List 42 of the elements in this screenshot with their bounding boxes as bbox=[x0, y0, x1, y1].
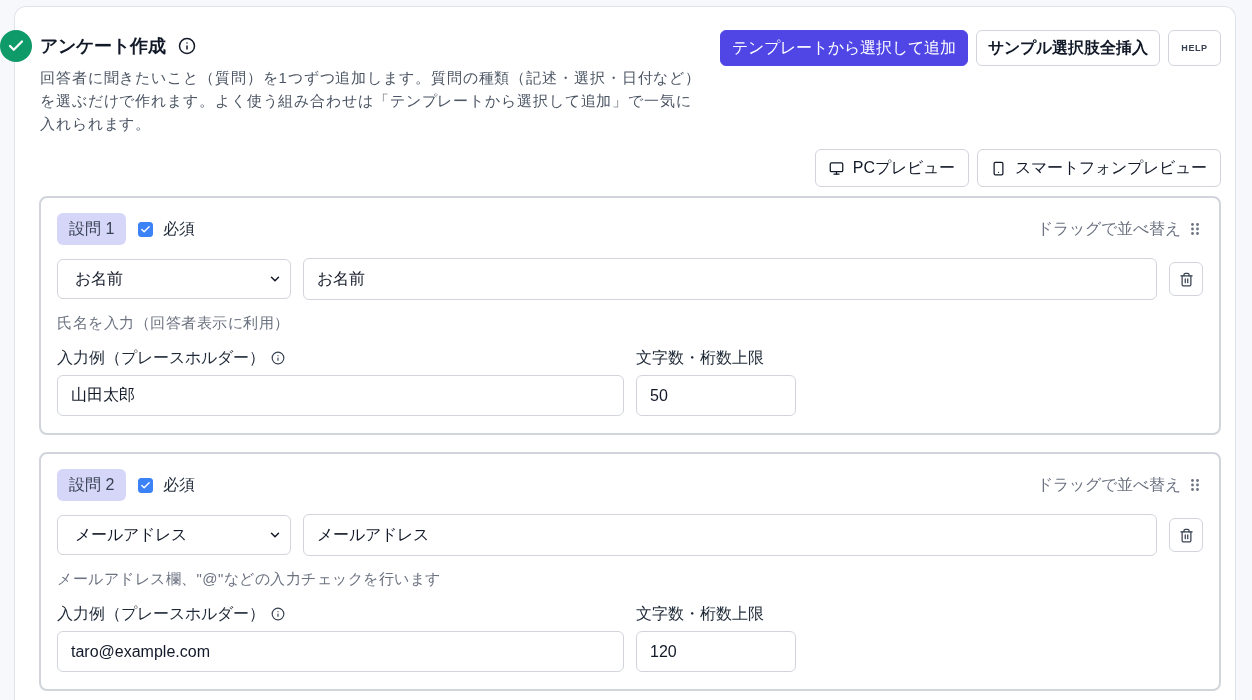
smartphone-icon bbox=[991, 160, 1006, 176]
question-type-select[interactable]: お名前 bbox=[57, 259, 291, 299]
info-icon[interactable] bbox=[178, 37, 196, 55]
info-icon[interactable] bbox=[271, 607, 285, 621]
field-label: 文字数・桁数上限 bbox=[636, 603, 764, 624]
template-add-button[interactable]: テンプレートから選択して追加 bbox=[720, 30, 968, 66]
help-button[interactable]: HELP bbox=[1168, 30, 1221, 66]
required-label: 必須 bbox=[163, 218, 196, 239]
delete-button[interactable] bbox=[1169, 518, 1203, 552]
limit-field[interactable]: 120 bbox=[636, 631, 796, 672]
trash-icon bbox=[1178, 527, 1194, 543]
example-text-field[interactable]: 山田太郎 bbox=[57, 375, 624, 416]
question-text-field[interactable]: メールアドレス bbox=[303, 514, 1157, 556]
question-number-tag: 設問 1 bbox=[57, 213, 127, 245]
drag-hint: ドラッグで並べ替え bbox=[1037, 218, 1181, 239]
phone-preview-button[interactable]: スマートフォンプレビュー bbox=[977, 149, 1221, 187]
check-icon bbox=[140, 223, 152, 235]
drag-handle-icon[interactable] bbox=[1191, 223, 1199, 235]
field-label: 文字数・桁数上限 bbox=[636, 347, 764, 368]
field-label: 入力例（プレースホルダー） bbox=[57, 347, 265, 368]
trash-icon bbox=[1178, 271, 1194, 287]
info-icon[interactable] bbox=[271, 351, 285, 365]
monitor-icon bbox=[828, 160, 844, 176]
field-label: 入力例（プレースホルダー） bbox=[57, 603, 265, 624]
drag-hint: ドラッグで並べ替え bbox=[1037, 474, 1181, 495]
limit-field[interactable]: 50 bbox=[636, 375, 796, 416]
question-type-select[interactable]: メールアドレス bbox=[57, 515, 291, 555]
required-label: 必須 bbox=[163, 474, 196, 495]
required-checkbox[interactable] bbox=[138, 221, 154, 237]
required-checkbox[interactable] bbox=[138, 477, 154, 493]
example-text-field[interactable]: taro@example.com bbox=[57, 631, 624, 672]
question-help-text: メールアドレス欄、"@"などの入力チェックを行います bbox=[57, 569, 442, 589]
question-text-field[interactable]: お名前 bbox=[303, 258, 1157, 300]
panel-description: 回答者に聞きたいこと（質問）を1つずつ追加します。質問の種類（記述・選択・日付など）を選ぶだけで作れます。よく使う組み合わせは「テンプレートから選択して追加」で一気に入れられます。 bbox=[40, 68, 703, 134]
check-icon bbox=[140, 479, 152, 491]
insert-samples-button[interactable]: サンプル選択肢全挿入 bbox=[976, 30, 1160, 66]
pc-preview-button[interactable]: PCプレビュー bbox=[814, 149, 969, 187]
panel-title: アンケート作成 bbox=[40, 35, 166, 58]
drag-handle-icon[interactable] bbox=[1191, 479, 1199, 491]
question-help-text: 氏名を入力（回答者表示に利用） bbox=[57, 313, 291, 333]
question-number-tag: 設問 2 bbox=[57, 469, 127, 501]
delete-button[interactable] bbox=[1169, 262, 1203, 296]
